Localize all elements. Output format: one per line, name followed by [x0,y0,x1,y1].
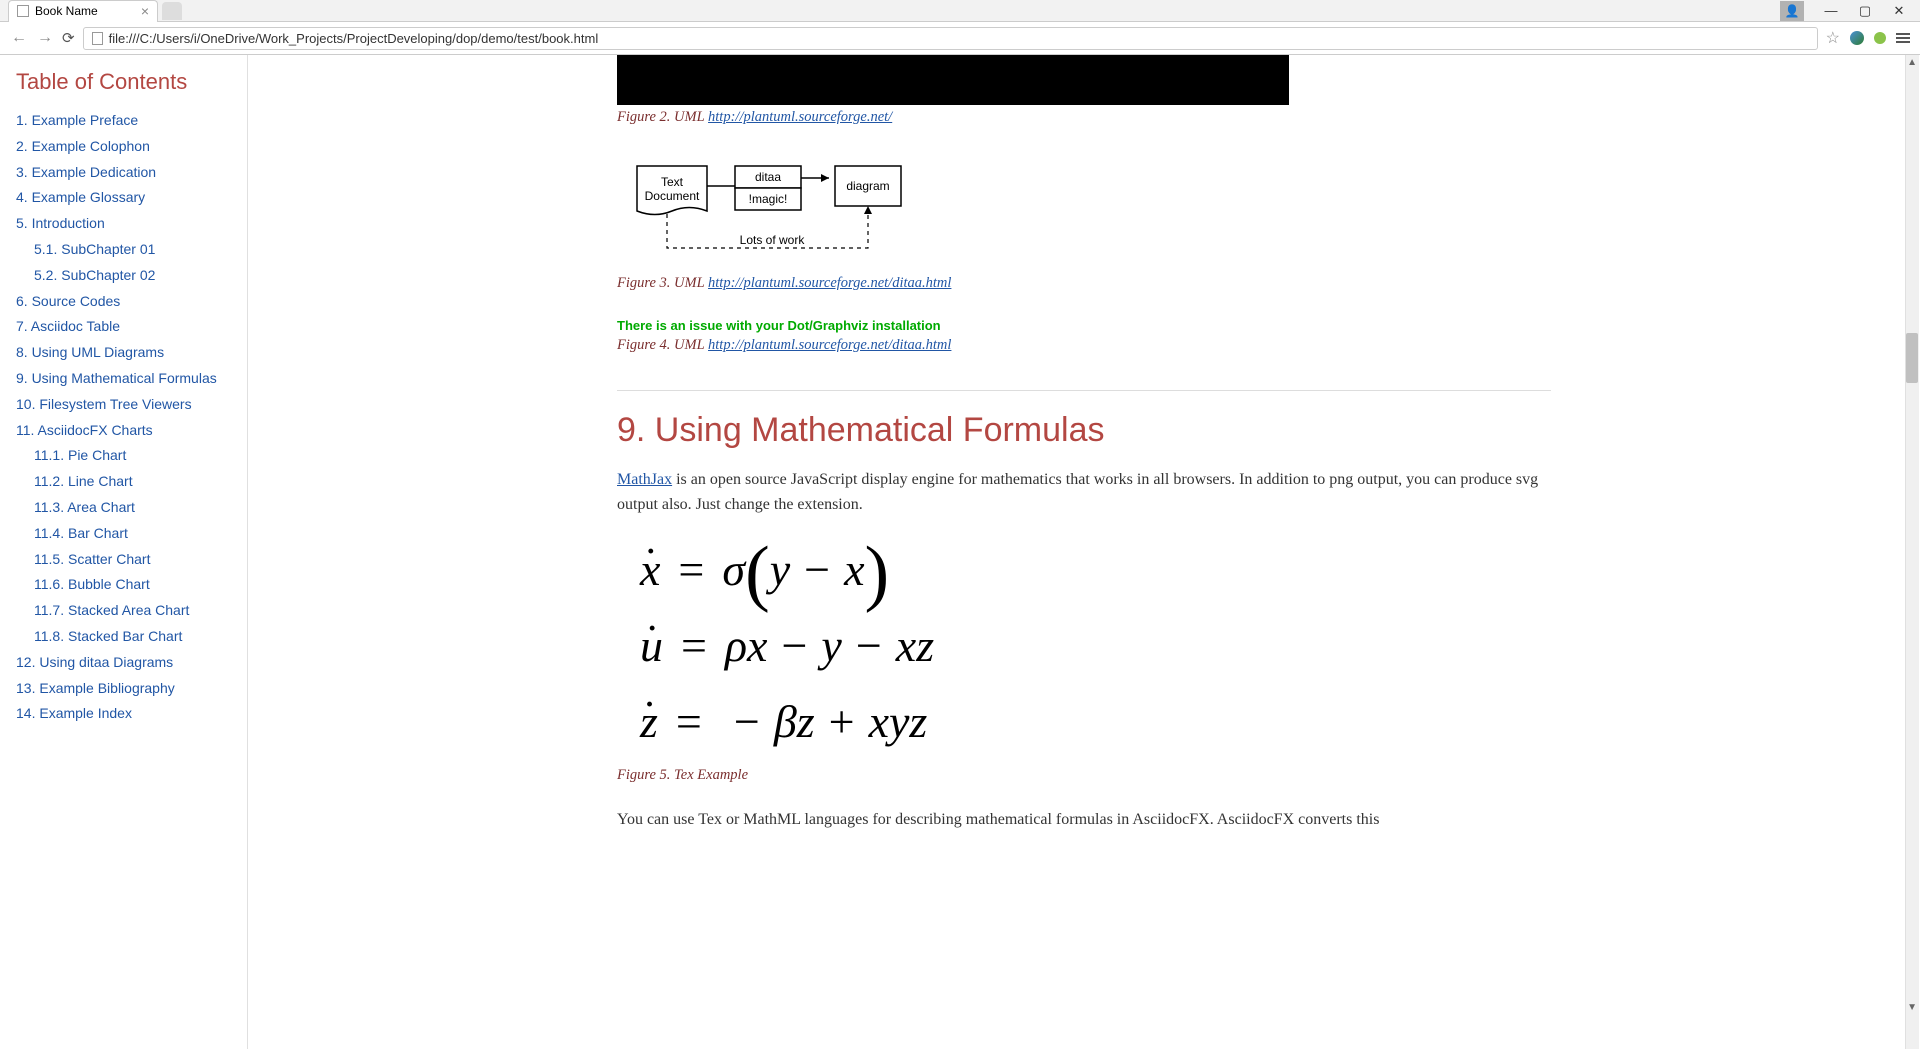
toc-link[interactable]: 3. Example Dedication [16,164,156,180]
figure-4-caption: Figure 4. UML http://plantuml.sourceforg… [617,337,1551,354]
toc-link[interactable]: 8. Using UML Diagrams [16,344,164,360]
para1-text: is an open source JavaScript display eng… [617,471,1538,513]
scroll-up-icon[interactable]: ▲ [1907,57,1917,68]
bookmark-icon[interactable]: ☆ [1826,28,1840,48]
toc-link[interactable]: 5.2. SubChapter 02 [34,267,155,283]
toc-link[interactable]: 4. Example Glossary [16,189,145,205]
back-button[interactable]: ← [10,29,28,47]
toc-list: 1. Example Preface 2. Example Colophon 3… [16,109,231,726]
page-icon [17,5,29,17]
section-divider [617,390,1551,391]
toc-link[interactable]: 11.1. Pie Chart [34,447,126,463]
ditaa-bottom-label: Lots of work [740,233,806,247]
toc-link[interactable]: 6. Source Codes [16,293,120,309]
figure-prefix: Figure 4. UML [617,337,708,353]
ditaa-text-doc-2: Document [645,189,700,203]
toc-link[interactable]: 11.5. Scatter Chart [34,551,150,567]
toc-link[interactable]: 11.3. Area Chart [34,499,135,515]
browser-tab[interactable]: Book Name × [8,0,158,22]
uml-image-placeholder [617,55,1289,105]
browser-chrome: Book Name × 👤 — ▢ ✕ ← → ⟳ file:///C:/Use… [0,0,1920,55]
toc-link[interactable]: 11.2. Line Chart [34,473,133,489]
scroll-thumb[interactable] [1906,333,1918,383]
toc-link[interactable]: 1. Example Preface [16,112,138,128]
ditaa-box2-bottom: !magic! [749,192,788,206]
section-9-heading: 9. Using Mathematical Formulas [617,411,1551,450]
extension-globe-icon[interactable] [1850,31,1864,45]
forward-button[interactable]: → [36,29,54,47]
toc-link[interactable]: 5.1. SubChapter 01 [34,241,155,257]
toc-link[interactable]: 11.8. Stacked Bar Chart [34,628,182,644]
address-bar: ← → ⟳ file:///C:/Users/i/OneDrive/Work_P… [0,22,1920,54]
mathjax-link[interactable]: MathJax [617,471,672,488]
maximize-button[interactable]: ▢ [1858,4,1872,18]
figure-2-caption: Figure 2. UML http://plantuml.sourceforg… [617,109,1551,126]
toolbar-right: ☆ [1826,28,1910,48]
extension-dot-icon[interactable] [1874,32,1886,44]
toc-link[interactable]: 11. AsciidocFX Charts [16,422,153,438]
equation-2: u=ρx−y−xz [617,614,1551,678]
ditaa-box2-top: ditaa [755,170,781,184]
toc-link[interactable]: 5. Introduction [16,215,105,231]
toc-link[interactable]: 11.4. Bar Chart [34,525,128,541]
toc-link[interactable]: 11.6. Bubble Chart [34,576,150,592]
toc-link[interactable]: 11.7. Stacked Area Chart [34,602,189,618]
ditaa-diagram: Text Document ditaa !magic! diagram [617,156,1551,271]
hamburger-menu-icon[interactable] [1896,33,1910,43]
content-area[interactable]: Figure 2. UML http://plantuml.sourceforg… [248,55,1920,1049]
reload-button[interactable]: ⟳ [62,29,75,47]
page-body: Table of Contents 1. Example Preface 2. … [0,55,1920,1049]
sidebar: Table of Contents 1. Example Preface 2. … [0,55,248,1049]
scrollbar[interactable]: ▲ ▼ [1905,55,1919,1049]
tab-title: Book Name [35,4,98,18]
new-tab-button[interactable] [162,2,182,20]
ditaa-text-doc-1: Text [661,175,684,189]
content: Figure 2. UML http://plantuml.sourceforg… [589,55,1579,893]
figure-3-link[interactable]: http://plantuml.sourceforge.net/ditaa.ht… [708,275,951,291]
figure-prefix: Figure 3. UML [617,275,708,291]
user-icon[interactable]: 👤 [1780,1,1804,21]
toc-link[interactable]: 14. Example Index [16,705,132,721]
figure-4-link[interactable]: http://plantuml.sourceforge.net/ditaa.ht… [708,337,951,353]
window-controls: 👤 — ▢ ✕ [1780,1,1920,21]
figure-5-caption: Figure 5. Tex Example [617,767,1551,784]
close-tab-icon[interactable]: × [141,3,149,19]
graphviz-warning: There is an issue with your Dot/Graphviz… [617,318,1551,333]
toc-link[interactable]: 13. Example Bibliography [16,680,175,696]
figure-2-link[interactable]: http://plantuml.sourceforge.net/ [708,109,892,125]
toc-link[interactable]: 9. Using Mathematical Formulas [16,370,217,386]
section-9-para1: MathJax is an open source JavaScript dis… [617,468,1551,518]
math-equations: x=σ(y−x) u=ρx−y−xz z=−βz+xyz [617,538,1551,755]
toc-title: Table of Contents [16,69,231,95]
ditaa-box3: diagram [846,179,889,193]
toc-link[interactable]: 7. Asciidoc Table [16,318,120,334]
file-icon [92,32,103,45]
toc-link[interactable]: 2. Example Colophon [16,138,150,154]
toc-link[interactable]: 12. Using ditaa Diagrams [16,654,173,670]
minimize-button[interactable]: — [1824,4,1838,18]
toc-link[interactable]: 10. Filesystem Tree Viewers [16,396,192,412]
equation-1: x=σ(y−x) [617,538,1551,602]
tab-bar: Book Name × 👤 — ▢ ✕ [0,0,1920,22]
close-window-button[interactable]: ✕ [1892,4,1906,18]
figure-prefix: Figure 2. UML [617,109,708,125]
equation-3: z=−βz+xyz [617,690,1551,754]
url-text: file:///C:/Users/i/OneDrive/Work_Project… [109,31,599,46]
scroll-down-icon[interactable]: ▼ [1907,1002,1917,1013]
section-9-para2: You can use Tex or MathML languages for … [617,808,1551,833]
figure-3-caption: Figure 3. UML http://plantuml.sourceforg… [617,275,1551,292]
url-input[interactable]: file:///C:/Users/i/OneDrive/Work_Project… [83,27,1818,50]
